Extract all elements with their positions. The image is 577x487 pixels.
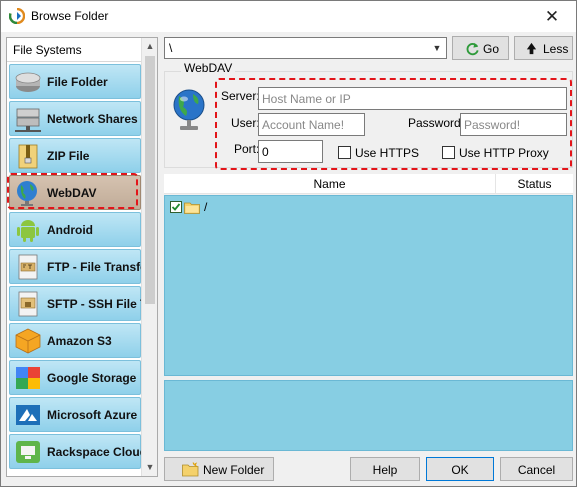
fs-item-label: SFTP - SSH File Tra	[47, 297, 143, 311]
ok-button[interactable]: OK	[426, 457, 494, 481]
network-shares-icon	[15, 108, 41, 132]
app-logo-icon	[9, 8, 25, 24]
path-value: \	[169, 41, 173, 55]
new-folder-button[interactable]: New Folder	[164, 457, 274, 481]
scroll-up-arrow-icon[interactable]: ▲	[142, 38, 157, 55]
fs-item-network-shares[interactable]: Network Shares	[9, 101, 141, 136]
column-header-name[interactable]: Name	[164, 174, 496, 194]
ok-button-label: OK	[451, 463, 469, 477]
title-bar: Browse Folder ✕	[1, 1, 576, 32]
column-header-status[interactable]: Status	[496, 174, 573, 194]
less-button-label: Less	[543, 42, 569, 56]
info-panel	[164, 380, 573, 451]
item-name: /	[204, 200, 208, 214]
folder-icon	[184, 202, 200, 214]
go-button[interactable]: Go	[452, 36, 509, 60]
new-folder-icon	[182, 462, 199, 477]
fs-item-label: File Folder	[47, 75, 108, 89]
refresh-icon	[466, 42, 479, 56]
go-button-label: Go	[483, 42, 500, 56]
file-folder-icon	[15, 72, 41, 92]
server-label: Server:	[221, 89, 260, 103]
password-label: Password:	[408, 116, 465, 130]
chevron-down-icon[interactable]: ▼	[430, 40, 444, 56]
port-label: Port:	[234, 142, 260, 156]
file-list-header: Name Status	[164, 174, 573, 194]
server-input[interactable]: Host Name or IP	[258, 87, 567, 110]
window-title: Browse Folder	[31, 9, 109, 23]
use-https-checkbox[interactable]	[338, 146, 351, 159]
fs-item-android[interactable]: Android	[9, 212, 141, 247]
help-button-label: Help	[372, 463, 398, 477]
close-button[interactable]: ✕	[534, 3, 570, 30]
close-icon: ✕	[544, 7, 560, 26]
scroll-thumb[interactable]	[145, 56, 155, 304]
collapse-arrow-icon	[526, 42, 537, 55]
list-item[interactable]: /	[170, 200, 470, 216]
fs-item-file-folder[interactable]: File Folder	[9, 64, 141, 99]
fs-item-label: FTP - File Transfer	[47, 260, 143, 274]
fs-item-label: Amazon S3	[47, 334, 112, 348]
webdav-globe-icon	[17, 181, 37, 206]
fs-item-google-storage[interactable]: Google Storage	[9, 360, 141, 395]
google-storage-icon	[16, 367, 40, 389]
fs-item-label: Microsoft Azure	[47, 408, 138, 422]
cancel-button[interactable]: Cancel	[500, 457, 573, 481]
amazon-s3-icon	[15, 328, 41, 354]
path-combobox[interactable]: \ ▼	[164, 37, 447, 59]
fs-item-zip-file[interactable]: ZIP File	[9, 138, 141, 173]
help-button[interactable]: Help	[350, 457, 420, 481]
use-http-proxy-checkbox[interactable]	[442, 146, 455, 159]
fs-item-label: Network Shares	[47, 112, 138, 126]
sftp-icon	[18, 291, 38, 317]
fs-item-ftp[interactable]: FTP - File Transfer	[9, 249, 143, 284]
file-systems-scrollbar[interactable]: ▲ ▼	[141, 38, 157, 476]
fs-item-amazon-s3[interactable]: Amazon S3	[9, 323, 141, 358]
fs-item-label: WebDAV	[47, 186, 97, 200]
fs-item-label: Rackspace Cloud	[47, 445, 143, 459]
use-https-label: Use HTTPS	[355, 146, 420, 160]
browse-folder-dialog: Browse Folder ✕ File Systems File Folder	[0, 0, 577, 487]
fs-item-rackspace-cloud[interactable]: Rackspace Cloud	[9, 434, 143, 469]
new-folder-button-label: New Folder	[203, 463, 265, 477]
file-list[interactable]: /	[164, 195, 573, 376]
password-input[interactable]: Password!	[460, 113, 567, 136]
webdav-globe-icon	[173, 89, 205, 130]
fs-item-sftp[interactable]: SFTP - SSH File Tra	[9, 286, 143, 321]
scroll-down-arrow-icon[interactable]: ▼	[142, 459, 157, 476]
item-checkbox[interactable]	[170, 201, 182, 213]
checkmark-icon	[171, 203, 181, 211]
fs-item-label: Google Storage	[47, 371, 137, 385]
webdav-group-title: WebDAV	[181, 61, 236, 75]
file-systems-panel: File Systems File Folder Network Shares	[6, 37, 158, 477]
file-systems-header: File Systems	[7, 38, 143, 62]
file-systems-list: File Folder Network Shares ZIP File WebD…	[7, 62, 143, 476]
android-icon	[17, 220, 39, 242]
cancel-button-label: Cancel	[517, 463, 556, 477]
fs-item-microsoft-azure[interactable]: Microsoft Azure	[9, 397, 141, 432]
zip-file-icon	[18, 144, 38, 169]
ftp-icon	[18, 254, 38, 280]
use-http-proxy-label: Use HTTP Proxy	[459, 146, 549, 160]
fs-item-webdav[interactable]: WebDAV	[9, 175, 141, 210]
port-input[interactable]: 0	[258, 140, 323, 163]
less-button[interactable]: Less	[514, 36, 573, 60]
user-label: User:	[231, 116, 260, 130]
user-input[interactable]: Account Name!	[258, 113, 365, 136]
fs-item-label: Android	[47, 223, 93, 237]
fs-item-label: ZIP File	[47, 149, 90, 163]
rackspace-cloud-icon	[16, 441, 40, 463]
microsoft-azure-icon	[16, 405, 40, 425]
